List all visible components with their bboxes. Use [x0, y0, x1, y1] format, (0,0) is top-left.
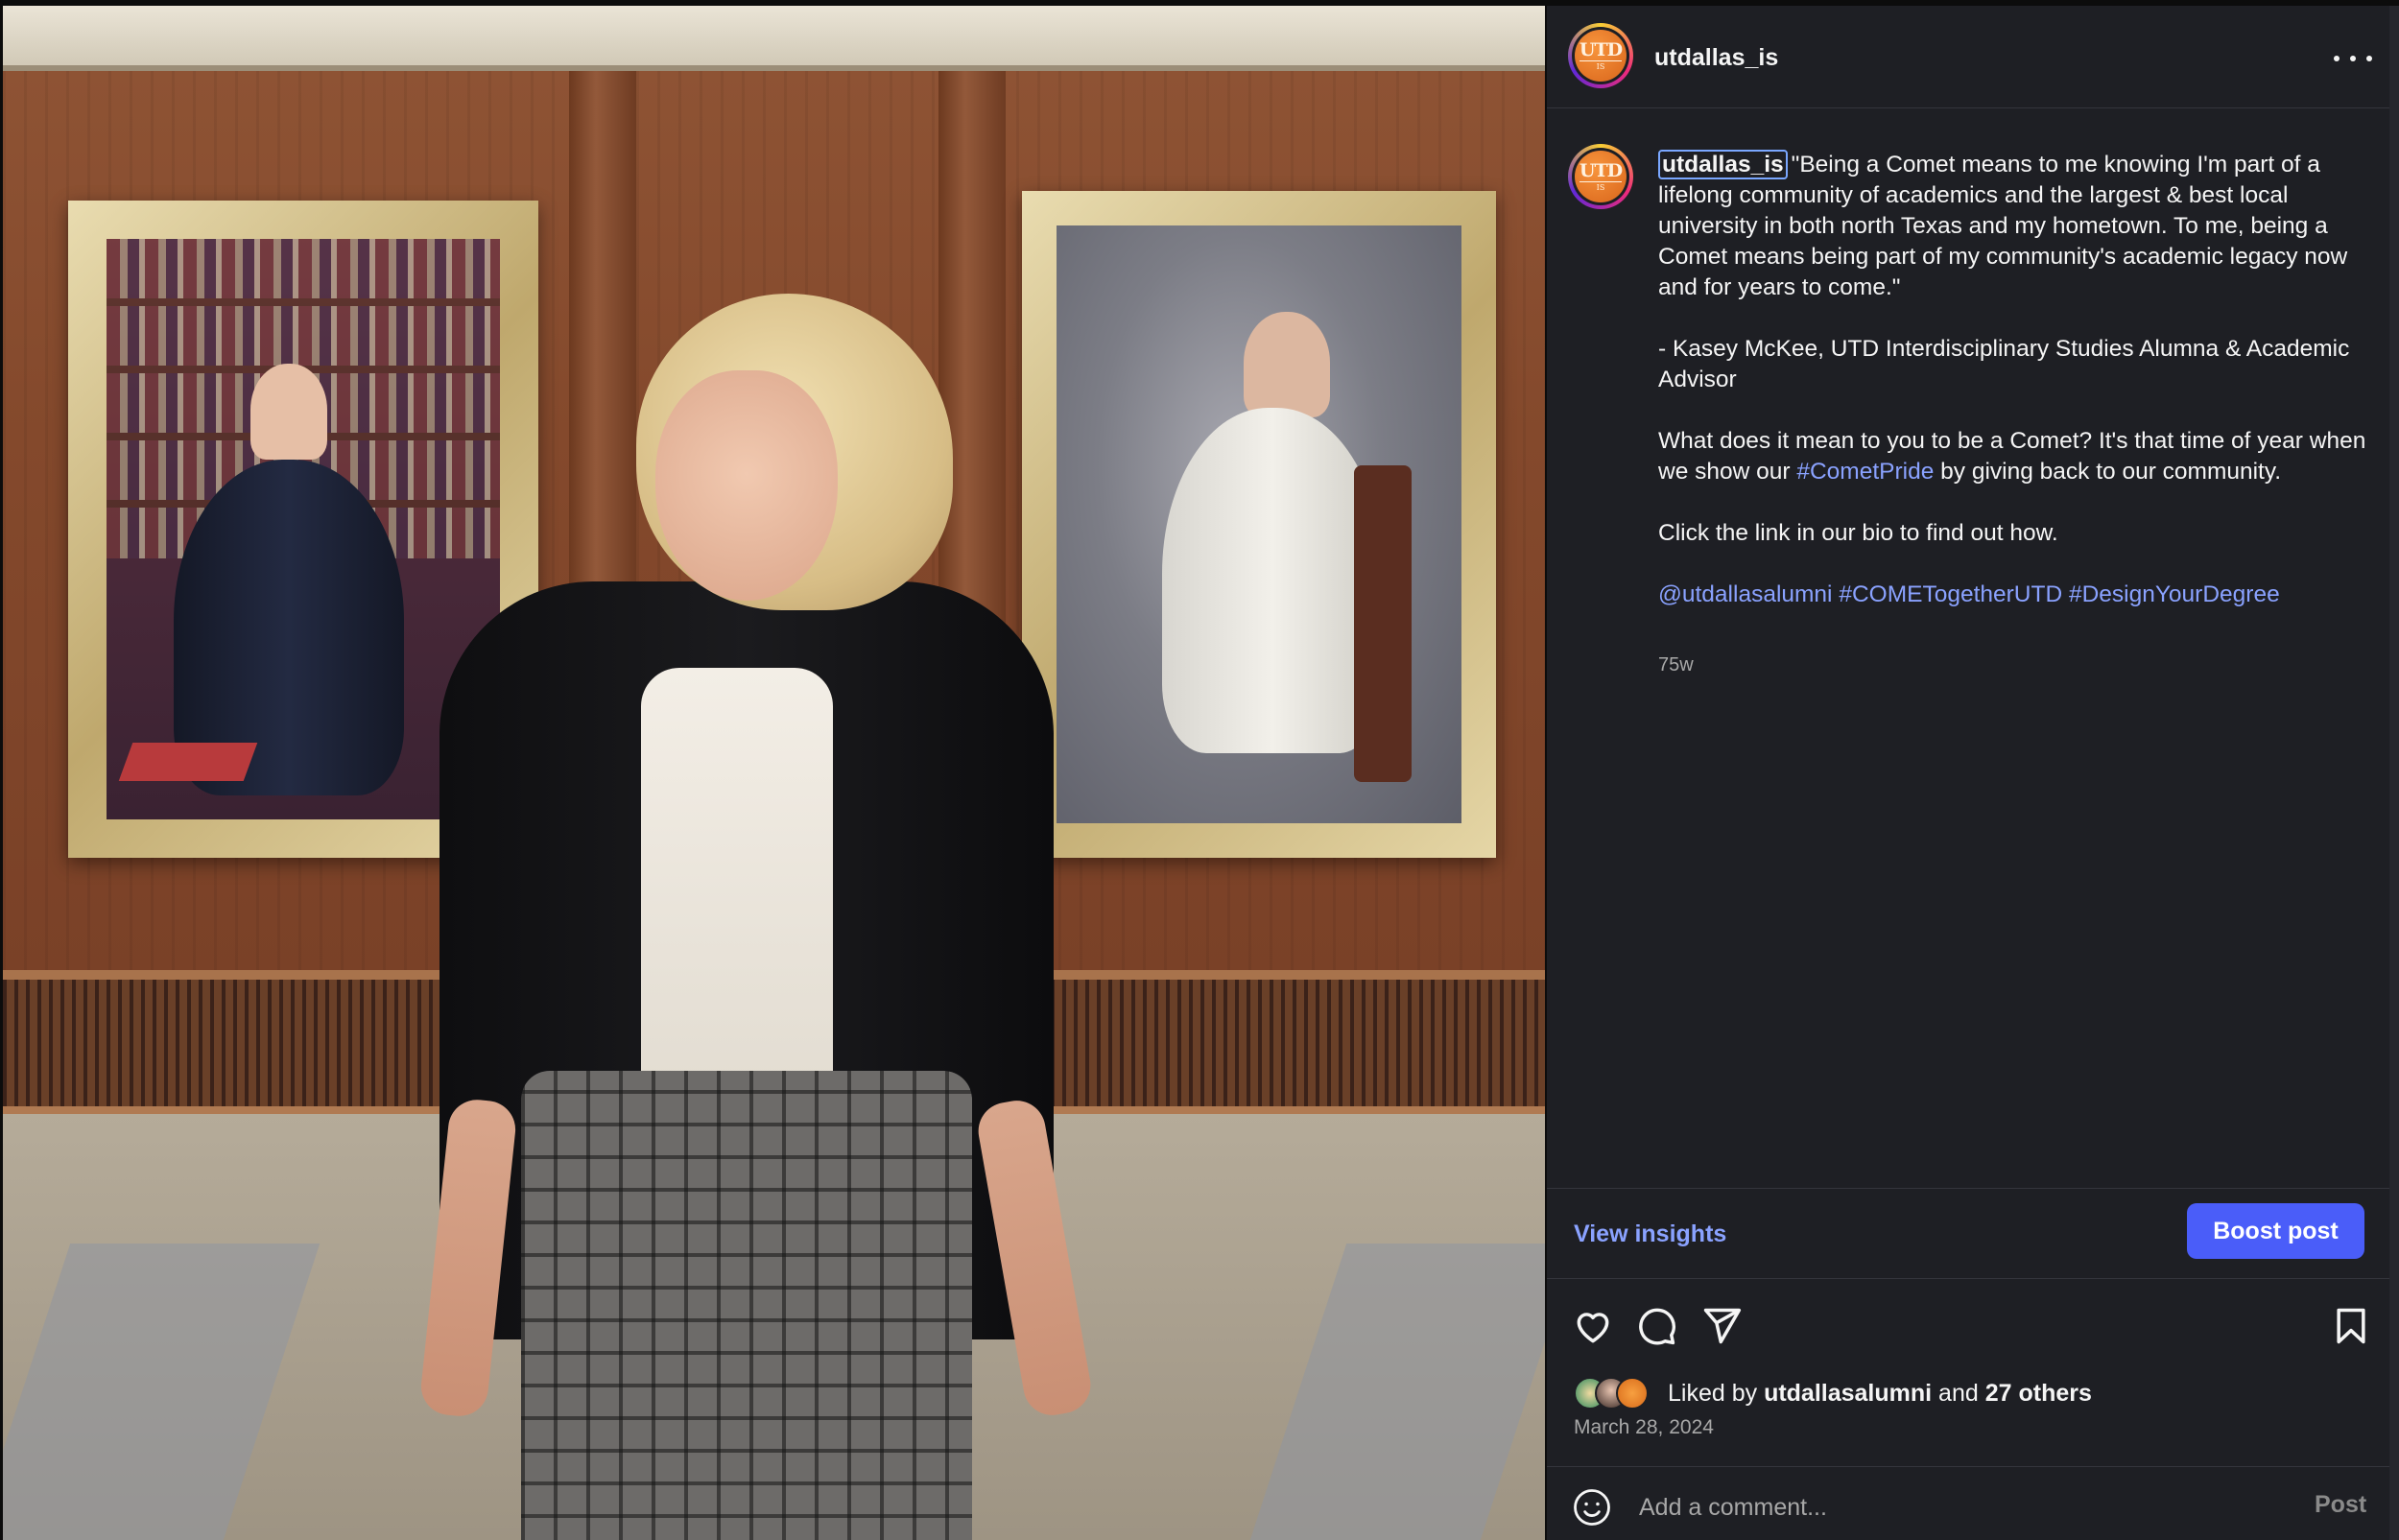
bookmark-icon[interactable] [2330, 1305, 2372, 1347]
caption-tags: @utdallasalumni #COMETogetherUTD #Design… [1658, 580, 2383, 610]
right-portrait [1022, 191, 1496, 858]
right-portrait-canvas [1057, 225, 1461, 823]
woman-pants [521, 1071, 972, 1540]
header-divider [1547, 107, 2399, 108]
likes-text[interactable]: Liked by utdallasalumni and 27 others [1668, 1380, 2092, 1408]
post-side-panel: UTD IS utdallas_is UTD IS utdallas_is "B… [1547, 6, 2399, 1540]
caption-question-end: by giving back to our community. [1934, 459, 2282, 485]
actions-divider [1547, 1278, 2399, 1279]
hashtag-designyourdegree[interactable]: #DesignYourDegree [2069, 581, 2280, 607]
comment-divider [1547, 1466, 2399, 1467]
post-caption: utdallas_is "Being a Comet means to me kn… [1658, 150, 2383, 610]
logo-text-big: UTD [1579, 159, 1623, 182]
likes-others[interactable]: 27 others [1985, 1380, 2092, 1407]
boost-post-button[interactable]: Boost post [2187, 1203, 2364, 1259]
more-options-icon[interactable] [2334, 52, 2372, 65]
post-date: March 28, 2024 [1574, 1416, 1714, 1438]
utd-logo: UTD IS [1575, 30, 1627, 82]
caption-question: What does it mean to you to be a Comet? … [1658, 426, 2383, 487]
hashtag-cometpride[interactable]: #CometPride [1796, 459, 1934, 485]
likes-middle: and [1932, 1379, 1985, 1407]
likes-prefix: Liked by [1668, 1379, 1765, 1407]
caption-attribution: - Kasey McKee, UTD Interdisciplinary Stu… [1658, 336, 2350, 392]
right-portrait-chair [1354, 465, 1412, 782]
comment-input[interactable] [1639, 1489, 2215, 1526]
utd-logo: UTD IS [1575, 151, 1627, 202]
right-portrait-coat [1162, 408, 1383, 753]
likes-row: Liked by utdallasalumni and 27 others [1574, 1374, 2092, 1412]
post-header: UTD IS utdallas_is [1547, 6, 2399, 107]
woman-shirt [641, 668, 833, 1080]
share-icon[interactable] [1700, 1305, 1743, 1347]
more-dot [2366, 56, 2372, 61]
comment-icon[interactable] [1635, 1305, 1677, 1347]
instagram-post-view: UTD IS utdallas_is UTD IS utdallas_is "B… [0, 0, 2399, 1540]
logo-text-big: UTD [1579, 38, 1623, 61]
right-portrait-head [1244, 312, 1330, 417]
caption-quote-paragraph: utdallas_is "Being a Comet means to me kn… [1658, 150, 2383, 303]
hashtag-cometogetherutd[interactable]: #COMETogetherUTD [1839, 581, 2062, 607]
left-portrait-book [118, 743, 258, 781]
likes-user[interactable]: utdallasalumni [1764, 1380, 1932, 1407]
avatar-ring: UTD IS [1572, 148, 1629, 205]
profile-avatar[interactable]: UTD IS [1568, 23, 1633, 88]
caption-username[interactable]: utdallas_is [1658, 150, 1788, 179]
woman-face [655, 370, 838, 601]
post-time-ago[interactable]: 75w [1658, 654, 1694, 676]
liker-avatars [1574, 1377, 1664, 1410]
comment-bar: Post [1547, 1474, 2399, 1540]
left-portrait-head [250, 364, 327, 460]
header-username[interactable]: utdallas_is [1654, 44, 1778, 72]
view-insights-link[interactable]: View insights [1574, 1220, 1726, 1248]
emoji-icon[interactable] [1572, 1487, 1612, 1528]
avatar-ring: UTD IS [1572, 27, 1629, 84]
insights-divider [1547, 1188, 2399, 1189]
post-photo[interactable] [3, 6, 1545, 1540]
post-actions [1547, 1301, 2399, 1359]
liker-avatar[interactable] [1616, 1377, 1649, 1410]
more-dot [2334, 56, 2340, 61]
more-dot [2350, 56, 2356, 61]
caption-avatar[interactable]: UTD IS [1568, 144, 1633, 209]
logo-text-small: IS [1596, 182, 1605, 192]
post-comment-button[interactable]: Post [2315, 1491, 2366, 1519]
mention-utdallasalumni[interactable]: @utdallasalumni [1658, 581, 1833, 607]
logo-text-small: IS [1596, 61, 1605, 71]
heart-icon[interactable] [1572, 1305, 1614, 1347]
scrollbar[interactable] [2389, 6, 2399, 1540]
caption-bio-line: Click the link in our bio to find out ho… [1658, 520, 2058, 546]
photo-ceiling [3, 6, 1545, 71]
